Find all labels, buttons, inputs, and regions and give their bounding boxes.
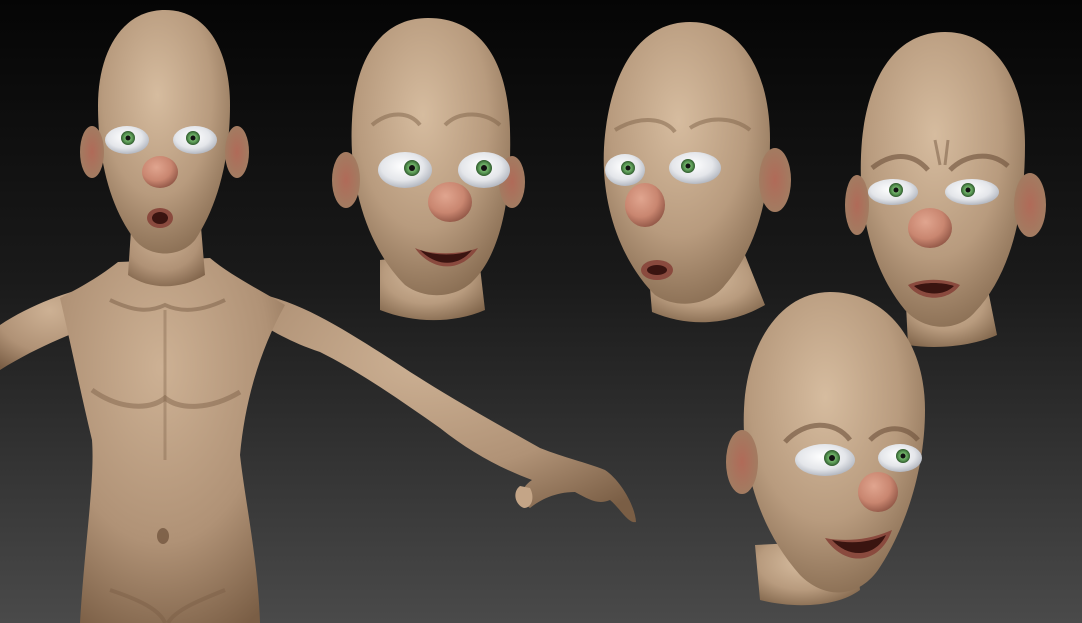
left-pupil: [829, 455, 835, 461]
right-eye: [669, 152, 721, 184]
right-ear: [225, 126, 249, 178]
nose: [858, 472, 898, 512]
right-pupil: [965, 187, 971, 193]
left-ear: [332, 152, 360, 208]
left-ear: [80, 126, 104, 178]
mouth-open: [647, 265, 667, 275]
left-pupil: [409, 165, 415, 171]
left-ear: [845, 175, 869, 235]
left-ear: [726, 430, 758, 494]
sculpt-viewport: [0, 0, 1082, 623]
right-ear: [759, 148, 791, 212]
right-pupil: [190, 135, 196, 141]
render-canvas: [0, 0, 1082, 623]
left-pupil: [625, 165, 631, 171]
nose: [625, 183, 665, 227]
nose: [428, 182, 472, 222]
left-pupil: [893, 187, 899, 193]
right-ear: [1014, 173, 1046, 237]
right-pupil: [900, 453, 906, 459]
right-pupil: [481, 165, 487, 171]
right-pupil: [685, 163, 691, 169]
nose: [908, 208, 952, 248]
left-pupil: [125, 135, 131, 141]
nose: [142, 156, 178, 188]
mouth-open: [152, 212, 168, 224]
navel: [157, 528, 169, 544]
